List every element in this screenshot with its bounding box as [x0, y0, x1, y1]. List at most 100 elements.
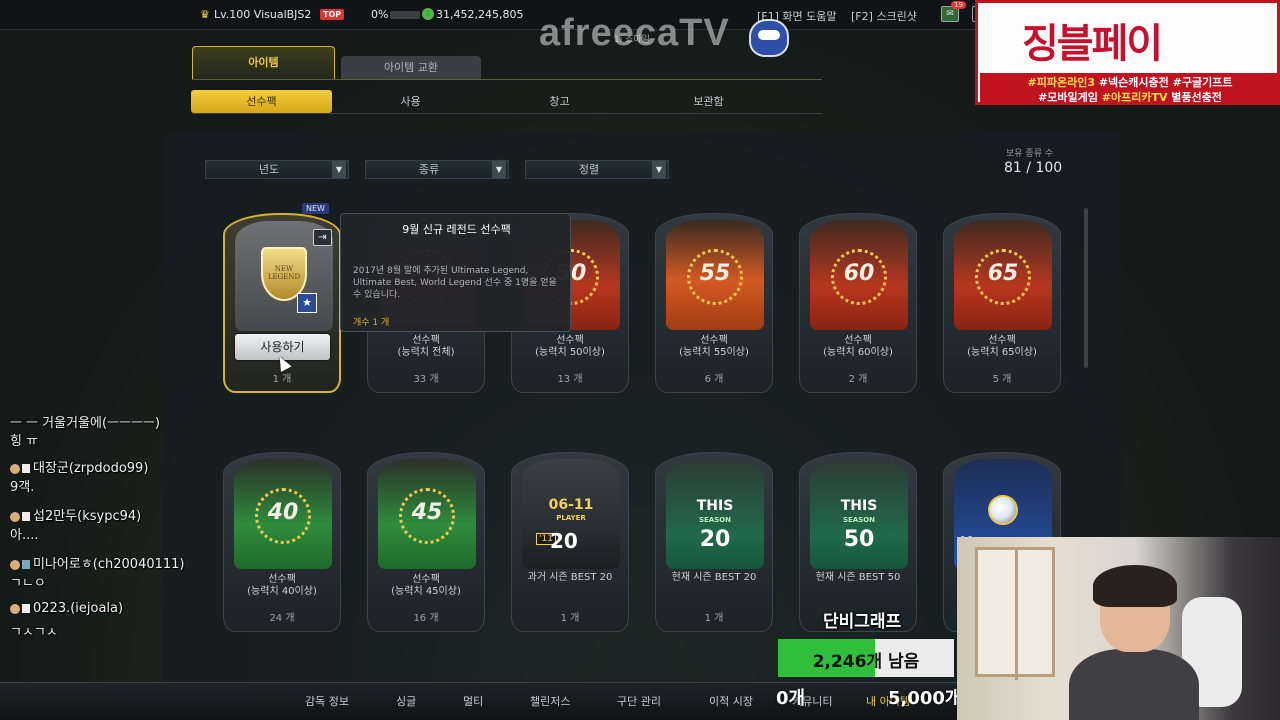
pack-card[interactable]: 55: [655, 213, 773, 393]
pack-rating-number: 20: [550, 529, 578, 553]
pack-rating-number: 45: [411, 500, 443, 525]
chat-avatar-icon: [10, 603, 20, 614]
nav-transfer-market[interactable]: 이적 시장: [709, 693, 753, 709]
pack-card[interactable]: 40: [223, 452, 341, 632]
pack-name: 선수팩 (능력치 전체): [397, 335, 455, 358]
chat-avatar-icon: [10, 559, 20, 570]
donation-current: 0개: [776, 688, 806, 709]
chat-message: ㅡ ㅡ 거울거울에(ㅡㅡㅡㅡ): [10, 412, 210, 431]
pack-rating-number: 60: [843, 261, 875, 286]
chat-badge-icon: [22, 464, 30, 473]
filter-type-dropdown[interactable]: 종류 ▼: [365, 160, 509, 179]
chat-message: 9객.: [10, 476, 210, 495]
chat-badge-icon: [22, 560, 30, 569]
streamer-webcam: [957, 537, 1280, 720]
pack-name: 선수팩 (능력치 65이상): [967, 335, 1037, 358]
pack-count: 1 개: [272, 374, 292, 385]
tooltip-title: 9월 신규 레전드 선수팩: [402, 223, 511, 236]
subtab-divider: [192, 113, 822, 114]
level-username: Lv.100 VisualBJS2: [214, 8, 312, 21]
chat-badge-icon: [22, 512, 30, 521]
donation-goal: 5,000개: [888, 688, 962, 709]
filter-year-label: 년도: [258, 163, 280, 176]
webcam-person-body: [1069, 649, 1199, 720]
chat-text: 9객.: [10, 480, 35, 495]
subtab-use[interactable]: 사용: [340, 90, 481, 113]
chat-username: 대장군(zrpdodo99): [10, 457, 210, 476]
pack-card[interactable]: 06-11 PLAYER '11 20: [511, 452, 629, 632]
soccer-ball-icon: [988, 495, 1018, 525]
pack-count: 24 개: [269, 613, 295, 624]
pack-name: 선수팩 (능력치 60이상): [823, 335, 893, 358]
webcam-person-hair: [1093, 565, 1177, 607]
tab-items[interactable]: 아이템: [192, 46, 335, 80]
chevron-down-icon: ▼: [492, 161, 506, 178]
chat-message: ㄱㄴㅇ: [10, 572, 210, 591]
pack-card[interactable]: 65: [943, 213, 1061, 393]
pack-rating-number: 65: [987, 261, 1019, 286]
donation-remaining: 2,246개 남음: [812, 652, 920, 672]
pack-season-label: THIS SEASON: [800, 499, 916, 527]
pack-season-sublabel: SEASON: [698, 516, 732, 524]
nav-multi[interactable]: 멀티: [463, 693, 483, 709]
pack-card[interactable]: 45: [367, 452, 485, 632]
pack-card[interactable]: THIS SEASON 50: [799, 452, 917, 632]
pack-count: 1 개: [560, 613, 580, 624]
pack-rating-number: 55: [699, 261, 731, 286]
tooltip-quantity: 개수 1 개: [353, 318, 390, 328]
chat-text: ㄱㅅㄱㅅ: [10, 625, 58, 640]
pack-name: 선수팩 (능력치 45이상): [391, 574, 461, 597]
subtab-warehouse[interactable]: 창고: [489, 90, 630, 113]
filter-sort-dropdown[interactable]: 정렬 ▼: [525, 160, 669, 179]
pack-season-sublabel: SEASON: [842, 516, 876, 524]
pack-scrollbar[interactable]: [1084, 208, 1088, 368]
afreecatv-watermark-sub: 1ⅰ 스마일: [614, 35, 650, 45]
exp-progress-bar: [390, 11, 420, 19]
banner-hashtag: #모바일게임: [1038, 91, 1102, 104]
filter-sort-label: 정렬: [578, 163, 600, 176]
chevron-down-icon: ▼: [332, 161, 346, 178]
chat-message: 아....: [10, 524, 210, 543]
banner-hashtag: #아프리카TV: [1101, 91, 1172, 104]
tooltip-description: 2017년 8월 말에 추가된 Ultimate Legend, Ultimat…: [353, 266, 557, 300]
nav-challengers[interactable]: 챌린저스: [530, 693, 570, 709]
pack-years-label: 06-11 PLAYER: [512, 498, 628, 525]
chat-text: 미나어로ㅎ(ch20040111): [33, 557, 185, 572]
chevron-down-icon: ▼: [652, 161, 666, 178]
tv-mascot-icon: [749, 19, 789, 57]
banner-hashtags-2: #모바일게임 #아프리카TV 별풍선충전: [980, 88, 1277, 104]
pack-count: 1 개: [704, 613, 724, 624]
chat-text: 0223.(iejoala): [33, 601, 124, 616]
level-badge-icon: ♛: [200, 8, 210, 21]
pack-rating-number: 20: [699, 527, 731, 552]
pack-name: 과거 시즌 BEST 20: [527, 572, 613, 583]
top-rank-tag: TOP: [320, 9, 345, 20]
pack-name: 현재 시즌 BEST 50: [815, 572, 901, 583]
nav-single[interactable]: 싱글: [396, 693, 416, 709]
coin-balance: 31,452,245,805: [436, 8, 524, 21]
nav-manager-info[interactable]: 감독 정보: [305, 693, 349, 709]
nav-club-management[interactable]: 구단 관리: [617, 693, 661, 709]
chat-text: ㄱㄴㅇ: [10, 576, 46, 591]
pack-rating-number: 50: [843, 527, 875, 552]
pack-player-sublabel: PLAYER: [556, 514, 586, 522]
subtab-storage[interactable]: 보관함: [638, 90, 779, 113]
chat-text: 섭2만두(ksypc94): [33, 509, 142, 524]
pack-count: 5 개: [992, 374, 1012, 385]
holdings-label: 보유 종류 수: [1006, 149, 1054, 159]
chat-text: ㅡ ㅡ 거울거울에(ㅡㅡㅡㅡ): [10, 416, 160, 431]
pack-name: 선수팩 (능력치 50이상): [535, 335, 605, 358]
pack-card[interactable]: THIS SEASON 20: [655, 452, 773, 632]
tab-item-exchange[interactable]: 아이템 교환: [341, 56, 481, 79]
chat-username: 섭2만두(ksypc94): [10, 505, 210, 524]
open-pack-icon[interactable]: ⇥: [313, 229, 332, 246]
subtab-player-pack[interactable]: 선수팩: [191, 90, 332, 113]
chat-message: 힝 ㅠ: [10, 430, 210, 449]
pack-card[interactable]: 60: [799, 213, 917, 393]
tab-divider: [192, 79, 822, 80]
chat-username: 미나어로ㅎ(ch20040111): [10, 553, 210, 572]
pack-count: 2 개: [848, 374, 868, 385]
screenshot-shortcut[interactable]: [F2] 스크린샷: [851, 8, 917, 24]
coin-icon: ₵: [422, 8, 434, 20]
filter-year-dropdown[interactable]: 년도 ▼: [205, 160, 349, 179]
